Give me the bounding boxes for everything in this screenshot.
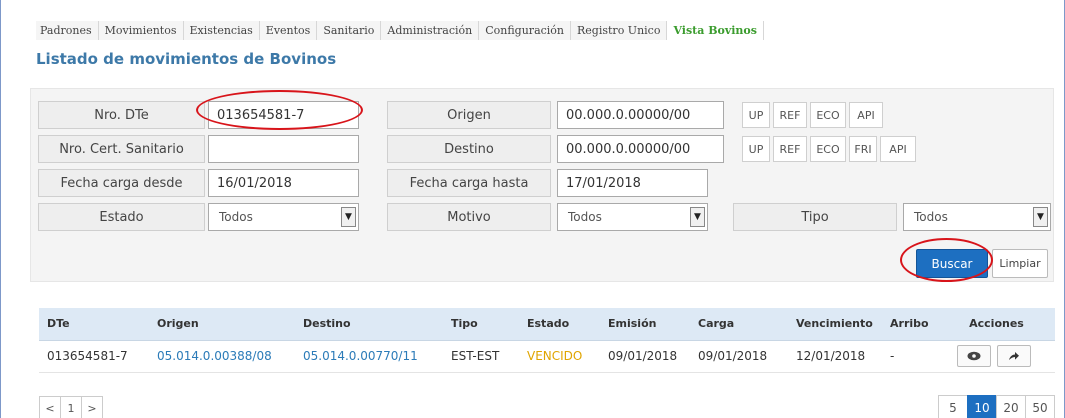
col-estado[interactable]: Estado <box>519 308 600 341</box>
next-page-button[interactable]: > <box>81 396 103 418</box>
top-nav: Padrones Movimientos Existencias Eventos… <box>36 21 764 40</box>
cell-origen-link[interactable]: 05.014.0.00388/08 <box>149 340 295 373</box>
cell-tipo: EST-EST <box>443 340 519 373</box>
fecha-hasta-input[interactable] <box>557 169 708 197</box>
motivo-select-value: Todos <box>568 210 602 224</box>
nav-padrones[interactable]: Padrones <box>36 21 99 40</box>
col-carga[interactable]: Carga <box>690 308 788 341</box>
destino-eco-button[interactable]: ECO <box>810 136 846 162</box>
estado-select-value: Todos <box>219 210 253 224</box>
origen-label: Origen <box>387 101 551 129</box>
origen-up-button[interactable]: UP <box>742 102 770 128</box>
nro-cert-input[interactable] <box>208 135 359 163</box>
page-size-10[interactable]: 10 <box>967 395 997 418</box>
col-acciones: Acciones <box>938 308 1055 341</box>
col-emision[interactable]: Emisión <box>600 308 690 341</box>
col-tipo[interactable]: Tipo <box>443 308 519 341</box>
chevron-down-icon[interactable]: ▼ <box>341 207 356 227</box>
page-1-button[interactable]: 1 <box>60 396 82 418</box>
fecha-hasta-label: Fecha carga hasta <box>387 169 551 197</box>
table-row: 013654581-7 05.014.0.00388/08 05.014.0.0… <box>39 340 1055 373</box>
tipo-select[interactable]: Todos ▼ <box>903 203 1051 231</box>
col-vencimiento[interactable]: Vencimiento <box>788 308 882 341</box>
chevron-down-icon[interactable]: ▼ <box>690 207 705 227</box>
fecha-desde-input[interactable] <box>208 169 359 197</box>
nro-dte-input[interactable] <box>208 101 359 129</box>
motivo-label: Motivo <box>387 203 551 231</box>
cell-destino-link[interactable]: 05.014.0.00770/11 <box>295 340 443 373</box>
view-button[interactable] <box>956 345 991 367</box>
fecha-desde-label: Fecha carga desde <box>38 169 205 197</box>
page-size-50[interactable]: 50 <box>1025 395 1055 418</box>
pagination: < 1 > <box>39 396 103 418</box>
col-destino[interactable]: Destino <box>295 308 443 341</box>
cell-dte: 013654581-7 <box>39 340 149 373</box>
nro-cert-label: Nro. Cert. Sanitario <box>38 135 205 163</box>
table-header-row: DTe Origen Destino Tipo Estado Emisión C… <box>39 308 1055 341</box>
page-size-5[interactable]: 5 <box>938 395 968 418</box>
cell-arribo: - <box>882 340 938 373</box>
tipo-label: Tipo <box>733 203 897 231</box>
origen-api-button[interactable]: API <box>849 102 883 128</box>
destino-fri-button[interactable]: FRI <box>849 136 877 162</box>
col-dte[interactable]: DTe <box>39 308 149 341</box>
page-title: Listado de movimientos de Bovinos <box>36 50 337 68</box>
results-table: DTe Origen Destino Tipo Estado Emisión C… <box>39 308 1055 373</box>
origen-ref-button[interactable]: REF <box>773 102 807 128</box>
nav-administracion[interactable]: Administración <box>381 21 480 40</box>
tipo-select-value: Todos <box>914 210 948 224</box>
status-badge: VENCIDO <box>519 340 600 373</box>
filter-panel: Nro. DTe Origen UP REF ECO API Nro. Cert… <box>30 88 1054 282</box>
nav-sanitario[interactable]: Sanitario <box>317 21 382 40</box>
origen-input[interactable] <box>557 101 724 129</box>
eye-icon <box>967 351 980 361</box>
nav-existencias[interactable]: Existencias <box>183 21 260 40</box>
limpiar-button[interactable]: Limpiar <box>992 249 1048 278</box>
forward-button[interactable] <box>996 345 1031 367</box>
nav-vista-bovinos[interactable]: Vista Bovinos <box>667 21 764 40</box>
estado-label: Estado <box>38 203 205 231</box>
destino-api-button[interactable]: API <box>880 136 916 162</box>
buscar-button[interactable]: Buscar <box>916 249 988 278</box>
cell-emision: 09/01/2018 <box>600 340 690 373</box>
chevron-down-icon[interactable]: ▼ <box>1033 207 1048 227</box>
col-arribo[interactable]: Arribo <box>882 308 938 341</box>
col-origen[interactable]: Origen <box>149 308 295 341</box>
destino-input[interactable] <box>557 135 724 163</box>
arrow-right-icon <box>1008 352 1019 360</box>
nro-dte-label: Nro. DTe <box>38 101 205 129</box>
cell-vencimiento: 12/01/2018 <box>788 340 882 373</box>
destino-label: Destino <box>387 135 551 163</box>
destino-up-button[interactable]: UP <box>742 136 770 162</box>
cell-carga: 09/01/2018 <box>690 340 788 373</box>
prev-page-button[interactable]: < <box>39 396 61 418</box>
estado-select[interactable]: Todos ▼ <box>208 203 359 231</box>
nav-eventos[interactable]: Eventos <box>259 21 318 40</box>
cell-acciones <box>938 340 1055 373</box>
origen-eco-button[interactable]: ECO <box>810 102 846 128</box>
nav-movimientos[interactable]: Movimientos <box>98 21 184 40</box>
nav-configuracion[interactable]: Configuración <box>479 21 572 40</box>
page-size-selector: 5 10 20 50 <box>938 395 1055 418</box>
nav-registro-unico[interactable]: Registro Unico <box>571 21 668 40</box>
destino-ref-button[interactable]: REF <box>773 136 807 162</box>
motivo-select[interactable]: Todos ▼ <box>557 203 708 231</box>
page-size-20[interactable]: 20 <box>996 395 1026 418</box>
